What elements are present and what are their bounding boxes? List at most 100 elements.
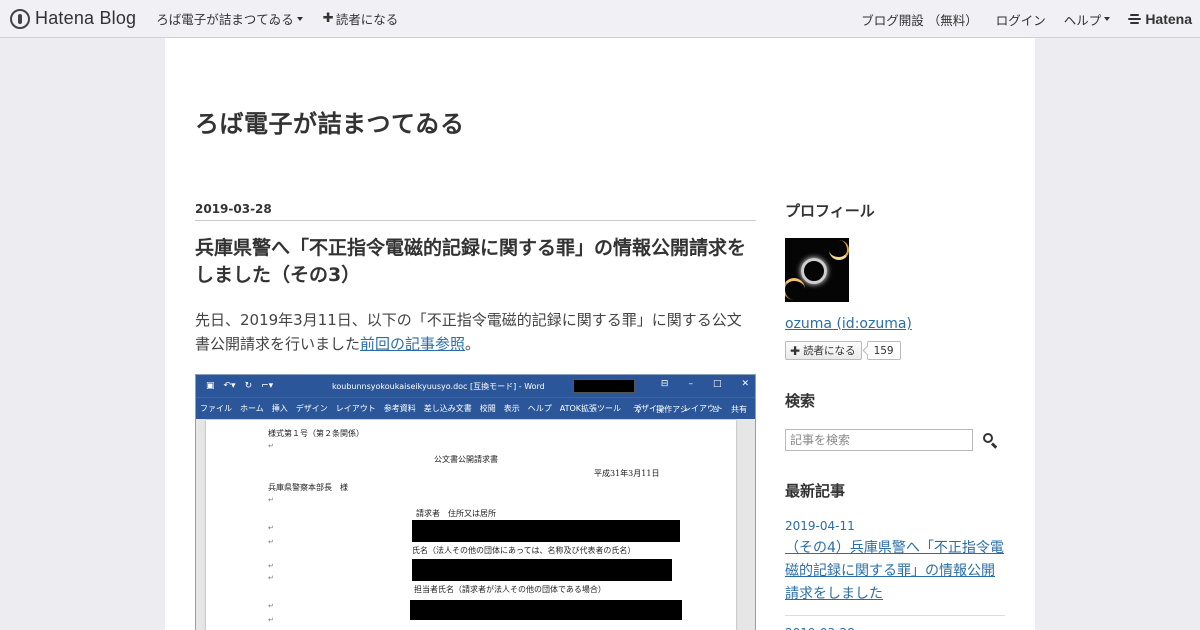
subscribe-link[interactable]: ✚ 読者になる (323, 9, 398, 28)
caret-down-icon (296, 16, 303, 21)
minimize-icon: – (688, 379, 693, 389)
entry-date[interactable]: 2019-03-28 (195, 202, 756, 221)
help-menu-dropdown[interactable]: ヘルプ (1064, 10, 1111, 29)
undo-icon: ↶▾ (223, 381, 236, 391)
eclipse-crescent (829, 240, 849, 260)
contact-person-label: 担当者氏名（請求者が法人その他の団体である場合） (414, 585, 606, 594)
search-input[interactable] (785, 429, 973, 451)
paragraph-mark: ↵ (268, 616, 274, 624)
open-blog-link[interactable]: ブログ開設 （無料） (861, 10, 977, 29)
word-page: 様式第１号（第２条関係） ↵ 公文書公開請求書 平成31年3月11日 兵庫県警察… (206, 420, 736, 630)
global-header: Hatena Blog ろば電子が詰まつてゐる ✚ 読者になる ブログ開設 （無… (0, 0, 1200, 38)
hatena-logo[interactable]: Hatena (1128, 11, 1192, 27)
requester-address-label: 請求者 住所又は居所 (416, 509, 496, 518)
tell-me-box: ♀ 操作アシ (624, 404, 688, 415)
word-ribbon-right: ♀ 操作アシ ♙ 共有 (612, 398, 747, 420)
login-link[interactable]: ログイン (996, 10, 1046, 29)
recent-entry: 2019-03-28 (785, 626, 1005, 630)
document-date-text: 平成31年3月11日 (594, 469, 660, 478)
sidebar: プロフィール ozuma (id:ozuma) ✚ 読者になる 159 検索 最… (785, 200, 1005, 630)
hatena-blog-logo-icon (10, 8, 30, 29)
close-icon: ✕ (741, 379, 749, 389)
word-tab: ホーム (240, 404, 264, 413)
plus-icon: ✚ (790, 343, 801, 358)
word-window-buttons: ⊟ – □ ✕ (641, 379, 749, 389)
blog-menu-dropdown[interactable]: ろば電子が詰まつてゐる (156, 9, 303, 28)
paragraph-mark: ↵ (268, 524, 274, 532)
redo-icon: ↻ (244, 381, 253, 391)
hatena-blog-logo[interactable]: Hatena Blog (10, 0, 136, 38)
profile-heading: プロフィール (785, 202, 875, 220)
blog-menu-label: ろば電子が詰まつてゐる (156, 12, 294, 27)
requester-name-label: 氏名（法人その他の団体にあっては、名称及び代表者の氏名） (412, 546, 636, 555)
hatena-logo-text: Hatena (1145, 11, 1192, 27)
recent-entry-date: 2019-04-11 (785, 519, 855, 533)
word-document-screenshot: ▣ ↶▾ ↻ ⌐▾ koubunnsyokoukaiseikyuusyo.doc… (195, 374, 756, 630)
word-tab: 校閲 (479, 404, 496, 413)
person-icon: ♙ (711, 404, 719, 414)
redacted-address (412, 520, 680, 542)
word-tab: 差し込み文書 (423, 404, 472, 413)
redacted-name (412, 559, 672, 581)
form-number-text: 様式第１号（第２条関係） (268, 429, 364, 438)
word-tab: ヘルプ (527, 404, 552, 413)
entry-body: 先日、2019年3月11日、以下の「不正指令電磁的記録に関する罪」に関する公文書… (195, 308, 756, 356)
paragraph-mark: ↵ (268, 574, 274, 582)
profile-name: ozuma (id:ozuma) (785, 316, 1005, 332)
hatena-blog-logo-text: Hatena Blog (35, 8, 137, 28)
paragraph-mark: ↵ (268, 496, 274, 504)
word-tab: デザイン (295, 404, 328, 413)
word-tab: 表示 (503, 404, 520, 413)
search-button[interactable] (981, 431, 999, 449)
caret-down-icon (1104, 17, 1111, 21)
entry-article: 2019-03-28 兵庫県警へ「不正指令電磁的記録に関する罪」の情報公開請求を… (195, 202, 756, 356)
word-titlebar: ▣ ↶▾ ↻ ⌐▾ koubunnsyokoukaiseikyuusyo.doc… (196, 375, 755, 397)
maximize-icon: □ (712, 379, 722, 389)
addressee-text: 兵庫県警察本部長 様 (268, 483, 348, 492)
paragraph-mark: ↵ (268, 562, 274, 570)
word-ribbon-tabs: ファイル ホーム 挿入 デザイン レイアウト 参考資料 差し込み文書 校閲 表示… (196, 397, 755, 419)
recent-entry-link[interactable]: （その4）兵庫県警へ「不正指令電磁的記録に関する罪」の情報公開請求をしました (785, 537, 1005, 606)
word-document-title: koubunnsyokoukaiseikyuusyo.doc [互換モード] -… (332, 382, 545, 391)
blog-title[interactable]: ろば電子が詰まつてゐる (195, 104, 465, 139)
avatar[interactable] (785, 238, 849, 302)
eclipse-crescent (785, 278, 805, 300)
redacted-account-box (573, 379, 635, 393)
lightbulb-icon: ♀ (635, 404, 645, 414)
search-icon (983, 433, 993, 443)
subscribe-button[interactable]: ✚ 読者になる (785, 341, 862, 360)
recent-entries-list: 2019-04-11 （その4）兵庫県警へ「不正指令電磁的記録に関する罪」の情報… (785, 519, 1005, 630)
search-form (785, 429, 1005, 451)
entry-body-text-end: 。 (465, 335, 481, 353)
search-icon-handle (990, 442, 998, 449)
entry-title[interactable]: 兵庫県警へ「不正指令電磁的記録に関する罪」の情報公開請求をしました（その3） (195, 235, 756, 289)
reader-row: ✚ 読者になる 159 (785, 341, 1005, 360)
blog-page: ろば電子が詰まつてゐる 2019-03-28 兵庫県警へ「不正指令電磁的記録に関… (165, 38, 1035, 630)
share-button: ♙ 共有 (700, 404, 747, 415)
word-tab: ファイル (200, 404, 232, 413)
save-icon: ▣ (206, 381, 215, 391)
paragraph-mark: ↵ (268, 538, 274, 546)
reader-count[interactable]: 159 (866, 341, 901, 360)
recent-entry-date: 2019-03-28 (785, 626, 1005, 630)
subscribe-label: 読者になる (335, 12, 399, 27)
redacted-contact (410, 600, 682, 620)
eclipse-ring (801, 258, 827, 284)
ribbon-display-icon: ⊟ (660, 379, 669, 389)
paragraph-mark: ↵ (268, 442, 274, 450)
word-quick-access: ▣ ↶▾ ↻ ⌐▾ (206, 381, 282, 391)
word-tab: 参考資料 (383, 404, 416, 413)
hatena-mark-icon (1128, 14, 1142, 24)
tell-me-label: 操作アシ (656, 404, 688, 414)
profile-name-link[interactable]: ozuma (id:ozuma) (785, 316, 912, 332)
document-heading-text: 公文書公開請求書 (434, 455, 498, 464)
paragraph-mark: ↵ (268, 602, 274, 610)
recent-entry: 2019-04-11 （その4）兵庫県警へ「不正指令電磁的記録に関する罪」の情報… (785, 519, 1005, 616)
search-heading: 検索 (785, 392, 816, 410)
subscribe-button-label: 読者になる (803, 345, 856, 357)
share-label: 共有 (731, 404, 747, 414)
word-tab: レイアウト (335, 404, 376, 413)
previous-article-link[interactable]: 前回の記事参照 (360, 335, 465, 353)
customize-icon: ⌐▾ (261, 381, 274, 391)
help-label: ヘルプ (1063, 12, 1102, 28)
